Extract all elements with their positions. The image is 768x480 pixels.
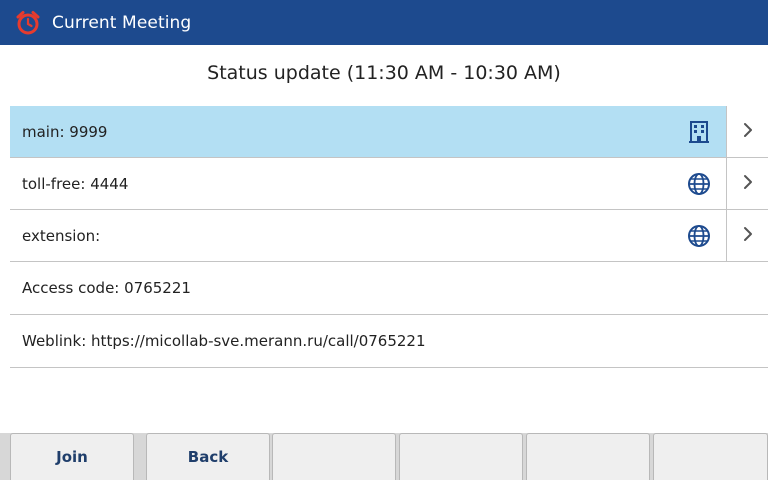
list-item-weblink[interactable]: Weblink: https://micollab-sve.merann.ru/…	[10, 315, 768, 368]
building-icon	[686, 119, 712, 145]
softkey-5[interactable]	[526, 433, 650, 480]
globe-icon	[686, 223, 712, 249]
softkey-6[interactable]	[653, 433, 768, 480]
meeting-details-list: main: 9999 toll-free: 4444 extension: Ac…	[10, 106, 768, 368]
list-item-extension[interactable]: extension:	[10, 210, 768, 262]
meeting-subject: Status update (11:30 AM - 10:30 AM)	[207, 62, 561, 84]
softkey-4[interactable]	[399, 433, 523, 480]
list-item-access-code-cell: Access code: 0765221	[10, 262, 768, 314]
list-item-toll-free-arrow[interactable]	[726, 158, 768, 209]
globe-icon	[686, 171, 712, 197]
join-button[interactable]: Join	[10, 433, 134, 480]
list-item-extension-arrow[interactable]	[726, 210, 768, 261]
softkey-3[interactable]	[272, 433, 396, 480]
chevron-right-icon	[743, 174, 753, 194]
alarm-clock-icon	[14, 9, 42, 37]
list-item-label: toll-free: 4444	[22, 174, 129, 193]
chevron-right-icon	[743, 226, 753, 246]
list-item-main-arrow[interactable]	[726, 106, 768, 157]
list-item-label: main: 9999	[22, 122, 108, 141]
title-bar: Current Meeting	[0, 0, 768, 45]
list-item-label: extension:	[22, 226, 101, 245]
back-button[interactable]: Back	[146, 433, 270, 480]
list-item-main[interactable]: main: 9999	[10, 106, 768, 158]
weblink-text[interactable]: Weblink: https://micollab-sve.merann.ru/…	[22, 332, 426, 350]
screen-title: Current Meeting	[52, 12, 192, 33]
list-item-extension-cell[interactable]: extension:	[10, 210, 726, 261]
chevron-right-icon	[743, 122, 753, 142]
list-item-label: Access code: 0765221	[22, 279, 191, 297]
list-item-main-cell[interactable]: main: 9999	[10, 106, 726, 157]
list-item-weblink-cell[interactable]: Weblink: https://micollab-sve.merann.ru/…	[10, 315, 768, 367]
list-item-toll-free-cell[interactable]: toll-free: 4444	[10, 158, 726, 209]
list-item-access-code: Access code: 0765221	[10, 262, 768, 315]
softkey-bar: Join Back	[0, 433, 768, 480]
list-item-toll-free[interactable]: toll-free: 4444	[10, 158, 768, 210]
